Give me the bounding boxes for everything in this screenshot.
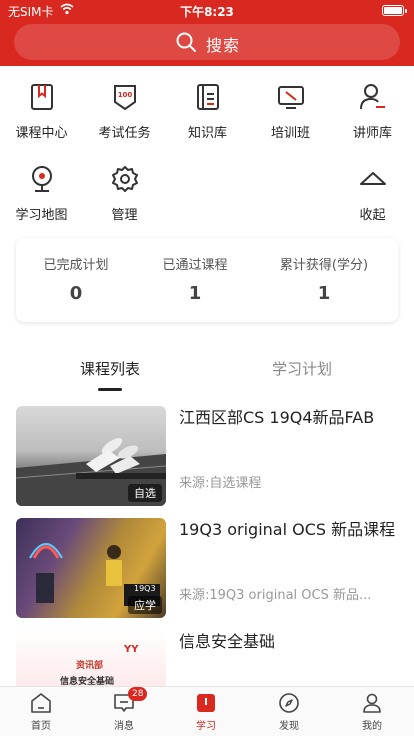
course-tag: 自选 [128, 484, 162, 502]
course-title: 江西区部CS 19Q4新品FAB [179, 408, 375, 427]
menu-item-exam-tasks[interactable]: 100 考试任务 [83, 78, 166, 148]
stat-completed-plans: 已完成计划 0 [16, 254, 136, 304]
tab-course-list[interactable]: 课程列表 [80, 358, 140, 379]
nav-study[interactable]: 学习 [176, 691, 236, 732]
course-source: 来源:19Q3 original OCS 新品... [179, 588, 372, 603]
nav-messages[interactable]: 28 消息 [94, 687, 154, 732]
active-tab-indicator [98, 388, 122, 391]
user-icon [363, 693, 381, 713]
yy-logo-icon: YY [124, 644, 139, 654]
menu-item-label: 知识库 [187, 126, 227, 141]
course-thumbnail: 自选 [16, 406, 166, 506]
stat-passed-courses: 已通过课程 1 [135, 254, 255, 304]
nav-label: 发现 [279, 721, 299, 732]
menu-item-course-center[interactable]: 课程中心 [0, 78, 83, 148]
stat-credits: 累计获得(学分) 1 [264, 254, 384, 304]
stat-value: 0 [69, 283, 83, 304]
course-thumbnail: 19Q3 应学 [16, 518, 166, 618]
menu-item-lecturer-library[interactable]: 讲师库 [331, 78, 414, 148]
gear-icon [112, 166, 138, 192]
menu-item-knowledge-base[interactable]: 知识库 [166, 78, 249, 148]
tab-study-plan[interactable]: 学习计划 [272, 358, 332, 379]
nav-label: 首页 [31, 721, 51, 732]
menu-item-label: 讲师库 [352, 126, 392, 141]
app-header: 无SIM卡 下午8:23 搜索 [0, 0, 414, 66]
svg-text:100: 100 [118, 91, 133, 99]
menu-item-label: 考试任务 [98, 126, 151, 141]
stats-card: 已完成计划 0 已通过课程 1 累计获得(学分) 1 [16, 238, 398, 322]
menu-item-label: 管理 [111, 208, 138, 223]
course-title: 信息安全基础 [179, 632, 276, 651]
location-icon [32, 166, 52, 192]
course-source: 来源:自选课程 [179, 476, 262, 491]
exam-badge-icon: 100 [114, 85, 136, 111]
status-bar: 无SIM卡 下午8:23 [0, 0, 414, 20]
nav-profile[interactable]: 我的 [342, 691, 402, 732]
chevron-up-icon [360, 172, 386, 185]
stat-label: 累计获得(学分) [279, 258, 369, 273]
menu-item-management[interactable]: 管理 [83, 160, 166, 230]
stat-value: 1 [188, 283, 202, 304]
course-title: 19Q3 original OCS 新品课程 [179, 520, 396, 539]
nav-label: 我的 [362, 721, 382, 732]
compass-icon [279, 693, 299, 713]
study-book-icon [197, 694, 215, 712]
thumbnail-dept: 资讯部 [76, 661, 104, 671]
stat-value: 1 [317, 283, 331, 304]
teacher-icon [360, 84, 385, 110]
stat-label: 已通过课程 [162, 258, 228, 273]
svg-text:YY: YY [124, 644, 139, 654]
course-item[interactable]: 19Q3 应学 19Q3 original OCS 新品课程 来源:19Q3 o… [16, 518, 400, 618]
search-icon [176, 32, 196, 52]
menu-item-training-class[interactable]: 培训班 [249, 78, 332, 148]
search-bar[interactable]: 搜索 [14, 24, 400, 60]
bottom-navigation: 首页 28 消息 学习 发现 我的 [0, 686, 414, 736]
home-icon [31, 693, 51, 713]
monitor-icon [278, 86, 304, 109]
menu-item-label: 收起 [359, 208, 386, 223]
menu-item-label: 培训班 [270, 126, 310, 141]
unread-badge: 28 [128, 687, 148, 701]
search-placeholder: 搜索 [206, 36, 241, 55]
menu-item-learning-map[interactable]: 学习地图 [0, 160, 83, 230]
menu-item-label: 学习地图 [15, 208, 68, 223]
thumbnail-caption: 19Q3 [134, 584, 156, 593]
course-item[interactable]: 自选 江西区部CS 19Q4新品FAB 来源:自选课程 [16, 406, 400, 506]
nav-discover[interactable]: 发现 [259, 691, 319, 732]
document-icon [197, 84, 219, 110]
nav-label: 学习 [196, 721, 216, 732]
status-time: 下午8:23 [180, 5, 234, 19]
nav-label: 消息 [114, 721, 134, 732]
content-tabs: 课程列表 学习计划 [0, 350, 414, 391]
book-icon [31, 84, 53, 110]
menu-item-label: 课程中心 [15, 126, 68, 141]
menu-item-collapse[interactable]: 收起 [331, 160, 414, 230]
course-tag: 应学 [128, 596, 162, 614]
battery-icon [382, 5, 407, 16]
nav-home[interactable]: 首页 [11, 691, 71, 732]
stat-label: 已完成计划 [43, 258, 109, 273]
